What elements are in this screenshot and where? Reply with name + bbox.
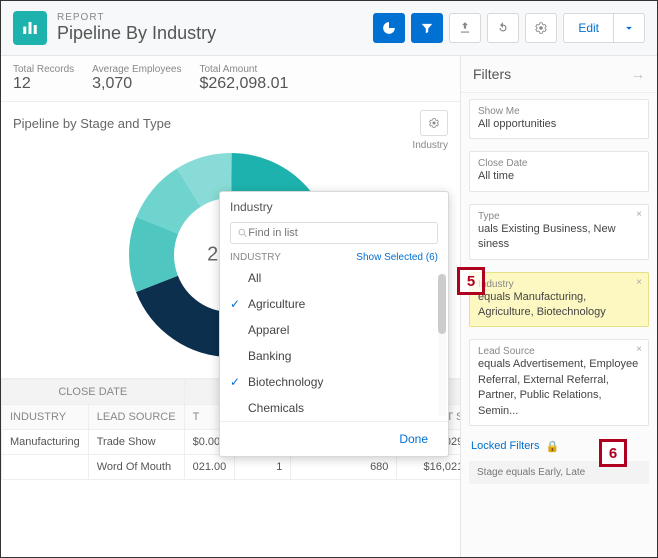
filter-toggle-button[interactable] (411, 13, 443, 43)
header-caption: REPORT (57, 12, 216, 23)
edit-button[interactable]: Edit (563, 13, 613, 43)
dropdown-search[interactable] (230, 222, 438, 244)
edit-dropdown-button[interactable] (613, 13, 645, 43)
done-button[interactable]: Done (389, 428, 438, 450)
filters-title: Filters (473, 66, 511, 82)
chart-title: Pipeline by Stage and Type (13, 116, 171, 131)
dropdown-item[interactable]: Banking (220, 343, 448, 369)
filter-card-type[interactable]: × Type uals Existing Business, New sines… (469, 204, 649, 260)
metrics-bar: Total Records 12 Average Employees 3,070… (1, 56, 460, 102)
th-lead-source[interactable]: LEAD SOURCE (88, 405, 184, 430)
dropdown-search-input[interactable] (248, 227, 431, 239)
dropdown-item[interactable]: Chemicals (220, 395, 448, 421)
refresh-button[interactable] (487, 13, 519, 43)
report-icon (13, 11, 47, 45)
dropdown-item[interactable]: Biotechnology (220, 369, 448, 395)
annotation-step-5: 5 (457, 267, 485, 295)
metric-avg-employees: Average Employees 3,070 (92, 64, 181, 93)
metric-total-records: Total Records 12 (13, 64, 74, 93)
dropdown-scrollbar[interactable] (438, 274, 446, 416)
remove-filter-icon[interactable]: × (636, 277, 642, 288)
industry-dropdown: Industry INDUSTRY Show Selected (6) All … (219, 191, 449, 457)
dropdown-item[interactable]: Apparel (220, 317, 448, 343)
lock-icon: 🔒 (545, 440, 559, 453)
filters-header: Filters → (461, 56, 657, 93)
remove-filter-icon[interactable]: × (636, 344, 642, 355)
show-selected-link[interactable]: Show Selected (6) (356, 252, 438, 263)
chart-settings-button[interactable] (420, 110, 448, 136)
dropdown-group-label: INDUSTRY (230, 252, 281, 263)
metric-total-amount: Total Amount $262,098.01 (199, 64, 288, 93)
filter-card-industry[interactable]: × Industry equals Manufacturing, Agricul… (469, 272, 649, 328)
dropdown-item[interactable]: All (220, 265, 448, 291)
page-title: Pipeline By Industry (57, 23, 216, 44)
filters-panel: Filters → Show Me All opportunities Clos… (461, 56, 657, 557)
filter-card-lead-source[interactable]: × Lead Source equals Advertisement, Empl… (469, 339, 649, 426)
th-industry[interactable]: INDUSTRY (2, 405, 89, 430)
search-icon (237, 227, 248, 239)
export-button[interactable] (449, 13, 481, 43)
annotation-step-6: 6 (599, 439, 627, 467)
page-header: REPORT Pipeline By Industry Edit (1, 1, 657, 56)
toolbar: Edit (373, 13, 645, 43)
header-titles: REPORT Pipeline By Industry (57, 12, 216, 44)
filter-card-close-date[interactable]: Close Date All time (469, 151, 649, 191)
filter-card-show-me[interactable]: Show Me All opportunities (469, 99, 649, 139)
arrow-right-icon[interactable]: → (631, 66, 645, 82)
table-row[interactable]: Word Of Mouth 021.00 1 680 $16,021.00 (2, 455, 461, 480)
edit-button-group: Edit (563, 13, 645, 43)
th-close-date[interactable]: CLOSE DATE (2, 380, 185, 405)
settings-button[interactable] (525, 13, 557, 43)
dropdown-item[interactable]: Agriculture (220, 291, 448, 317)
remove-filter-icon[interactable]: × (636, 209, 642, 220)
chart-toggle-button[interactable] (373, 13, 405, 43)
dropdown-title: Industry (220, 192, 448, 218)
